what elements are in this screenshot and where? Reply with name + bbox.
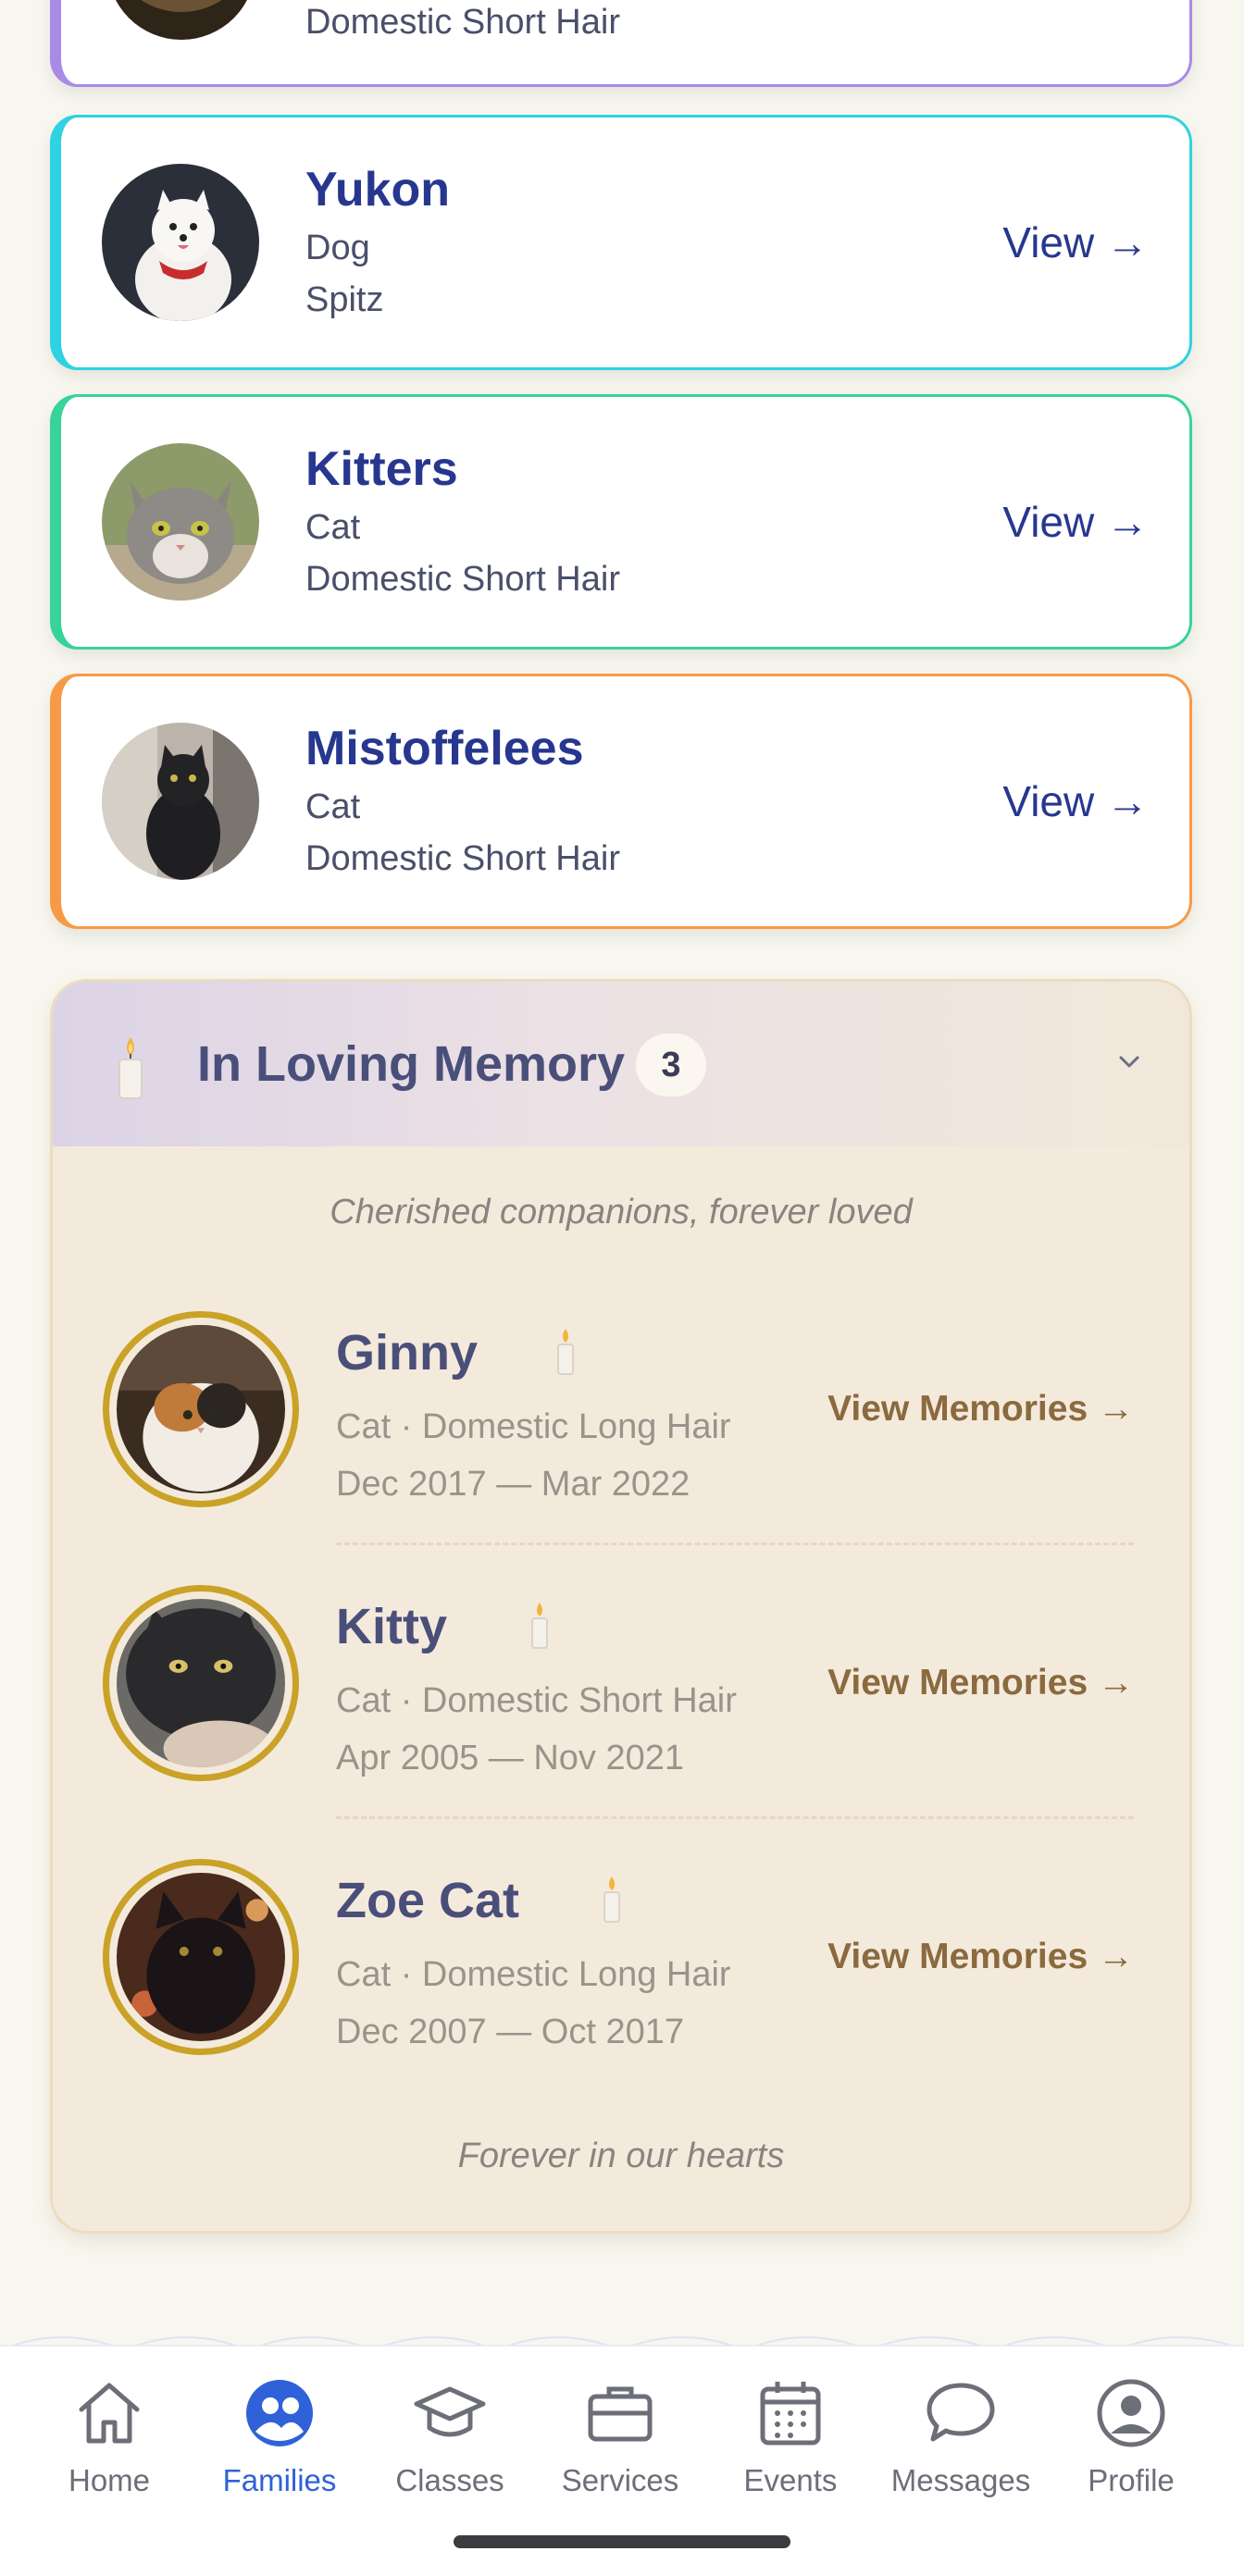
nav-home[interactable]: Home <box>26 2374 193 2498</box>
nav-families[interactable]: Families <box>196 2374 363 2498</box>
memorial-item: Zoe Cat Cat · Domestic Long Hair Dec 200… <box>53 1859 1189 2133</box>
memorial-subtitle: Cherished companions, forever loved <box>330 1193 913 1232</box>
memorial-count-badge: 3 <box>636 1034 706 1096</box>
pet-breed: Domestic Short Hair <box>305 3 620 42</box>
memorial-dates: Dec 2007 — Oct 2017 <box>336 2012 684 2051</box>
pet-breed: Domestic Short Hair <box>305 839 620 878</box>
memorial-header[interactable]: In Loving Memory 3 <box>53 982 1189 1146</box>
briefcase-icon <box>588 2386 653 2442</box>
memorial-dates: Apr 2005 — Nov 2021 <box>336 1739 685 1777</box>
pet-name: Mistoffelees <box>305 722 584 775</box>
pet-breed: Spitz <box>305 280 384 319</box>
pet-name: Yukon <box>305 163 451 217</box>
pet-card[interactable]: Kitters Cat Domestic Short Hair View → <box>50 394 1192 650</box>
memorial-item: Kitty Cat · Domestic Short Hair Apr 2005… <box>53 1585 1189 1859</box>
calendar-icon <box>760 2382 821 2446</box>
view-memories-link[interactable]: View Memories → <box>827 1389 1134 1430</box>
candle-icon <box>531 1603 548 1649</box>
pet-card[interactable]: Yukon Dog Spitz View → <box>50 115 1192 370</box>
nav-events[interactable]: Events <box>707 2374 874 2498</box>
view-pet-link[interactable]: View → <box>1002 776 1149 826</box>
memorial-description: Cat · Domestic Long Hair <box>336 1407 731 1446</box>
nav-label: Profile <box>1088 2463 1175 2497</box>
pet-species: Cat <box>305 787 361 826</box>
view-pet-link[interactable]: View → <box>1002 217 1149 267</box>
divider <box>336 1542 1134 1545</box>
nav-label: Messages <box>890 2463 1031 2497</box>
families-icon <box>246 2380 313 2446</box>
nav-profile[interactable]: Profile <box>1048 2374 1214 2498</box>
pet-species: Dog <box>305 229 370 267</box>
view-memories-link[interactable]: View Memories → <box>827 1663 1134 1703</box>
nav-services[interactable]: Services <box>537 2374 703 2498</box>
divider <box>336 1816 1134 1819</box>
chevron-down-icon[interactable] <box>1115 1048 1143 1076</box>
memorial-name: Zoe Cat <box>336 1873 520 1928</box>
view-pet-link[interactable]: View → <box>1002 497 1149 547</box>
view-memories-link[interactable]: View Memories → <box>827 1937 1134 1977</box>
memorial-title: In Loving Memory <box>197 1036 626 1092</box>
memorial-item: Ginny Cat · Domestic Long Hair Dec 2017 … <box>53 1311 1189 1585</box>
graduation-cap-icon <box>414 2386 486 2437</box>
nav-label: Events <box>743 2463 838 2497</box>
memorial-avatar <box>103 1859 299 2055</box>
memorial-section: In Loving Memory 3 Cherished companions,… <box>50 979 1192 2234</box>
memorial-name: Kitty <box>336 1599 447 1654</box>
memorial-footer: Forever in our hearts <box>457 2136 785 2175</box>
candle-icon <box>118 1037 143 1099</box>
pet-card[interactable]: Mistoffelees Cat Domestic Short Hair Vie… <box>50 674 1192 929</box>
pet-avatar <box>102 443 259 601</box>
memorial-avatar <box>103 1311 299 1507</box>
pet-species: Cat <box>305 508 361 547</box>
chat-bubble-icon <box>927 2383 995 2442</box>
nav-label: Home <box>68 2463 151 2497</box>
pet-avatar <box>102 164 259 321</box>
home-icon <box>79 2383 140 2444</box>
nav-label: Families <box>222 2463 337 2497</box>
memorial-avatar <box>103 1585 299 1781</box>
nav-label: Classes <box>395 2463 504 2497</box>
nav-messages[interactable]: Messages <box>877 2374 1044 2498</box>
profile-icon <box>1097 2379 1165 2447</box>
memorial-dates: Dec 2017 — Mar 2022 <box>336 1465 690 1504</box>
pet-breed: Domestic Short Hair <box>305 560 620 599</box>
pet-card[interactable]: Domestic Short Hair <box>50 0 1192 87</box>
nav-classes[interactable]: Classes <box>367 2374 533 2498</box>
home-indicator[interactable] <box>454 2535 790 2548</box>
candle-icon <box>603 1876 620 1923</box>
memorial-name: Ginny <box>336 1325 479 1381</box>
pet-avatar <box>102 723 259 880</box>
memorial-description: Cat · Domestic Short Hair <box>336 1681 737 1720</box>
nav-label: Services <box>561 2463 679 2497</box>
pet-avatar <box>107 0 255 40</box>
candle-icon <box>557 1329 574 1375</box>
pet-name: Kitters <box>305 442 458 496</box>
memorial-description: Cat · Domestic Long Hair <box>336 1955 731 1994</box>
